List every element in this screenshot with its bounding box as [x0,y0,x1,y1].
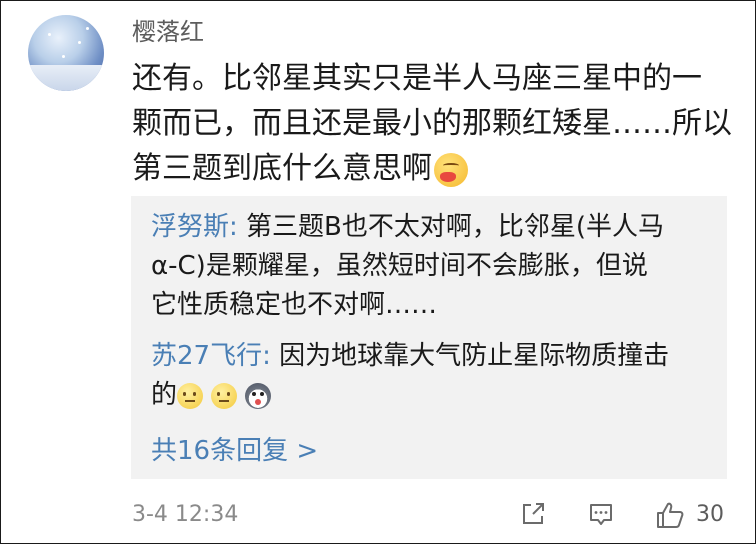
reply-line: α-C)是颗耀星，虽然短时间不会膨胀，但说 [151,251,648,281]
reply-item[interactable]: 苏27飞行: 因为地球靠大气防止星际物质撞击 的 [151,337,711,415]
reply-item[interactable]: 浮努斯: 第三题B也不太对啊，比邻星(半人马 α-C)是颗耀星，虽然短时间不会膨… [151,208,711,325]
avatar-sparkle [48,33,51,36]
avatar-sparkle [78,41,81,44]
reply-text: 的 [151,380,178,410]
reply-line: 的 [151,376,711,415]
husky-dog-emoji-icon [245,382,272,409]
comment-icon[interactable] [587,500,615,528]
avatar-sparkle [86,27,89,30]
reply-line: 苏27飞行: 因为地球靠大气防止星际物质撞击 [151,337,711,376]
username[interactable]: 樱落红 [132,12,204,47]
comment-line-text: 第三题到底什么意思啊 [132,151,432,186]
reply-author[interactable]: 苏27飞行: [151,341,271,371]
neutral-face-emoji-icon [211,382,238,409]
neutral-face-emoji-icon [177,382,204,409]
comment-line: 第三题到底什么意思啊 [132,146,712,191]
timestamp: 3-4 12:34 [132,502,239,527]
like-count: 30 [696,502,724,527]
reply-line: 浮努斯: 第三题B也不太对啊，比邻星(半人马 [151,208,711,247]
replies-panel: 浮努斯: 第三题B也不太对啊，比邻星(半人马 α-C)是颗耀星，虽然短时间不会膨… [131,196,727,479]
comment-line: 还有。比邻星其实只是半人马座三星中的一 [132,61,702,96]
thumbs-up-icon[interactable] [655,500,685,530]
reply-author[interactable]: 浮努斯: [151,212,238,242]
reply-line: 它性质稳定也不对啊…… [151,290,438,320]
reply-text: 第三题B也不太对啊，比邻星(半人马 [237,212,665,242]
avatar[interactable] [28,15,104,91]
more-replies-link[interactable]: 共16条回复 > [151,430,318,467]
drooling-face-emoji-icon [434,152,468,187]
share-icon[interactable] [519,500,547,528]
comment-line: 颗而已，而且还是最小的那颗红矮星……所以 [132,106,732,141]
avatar-sparkle [62,55,65,58]
reply-text: 因为地球靠大气防止星际物质撞击 [270,341,670,371]
comment-text: 还有。比邻星其实只是半人马座三星中的一 颗而已，而且还是最小的那颗红矮星……所以… [132,56,732,191]
avatar-snow [28,65,104,91]
